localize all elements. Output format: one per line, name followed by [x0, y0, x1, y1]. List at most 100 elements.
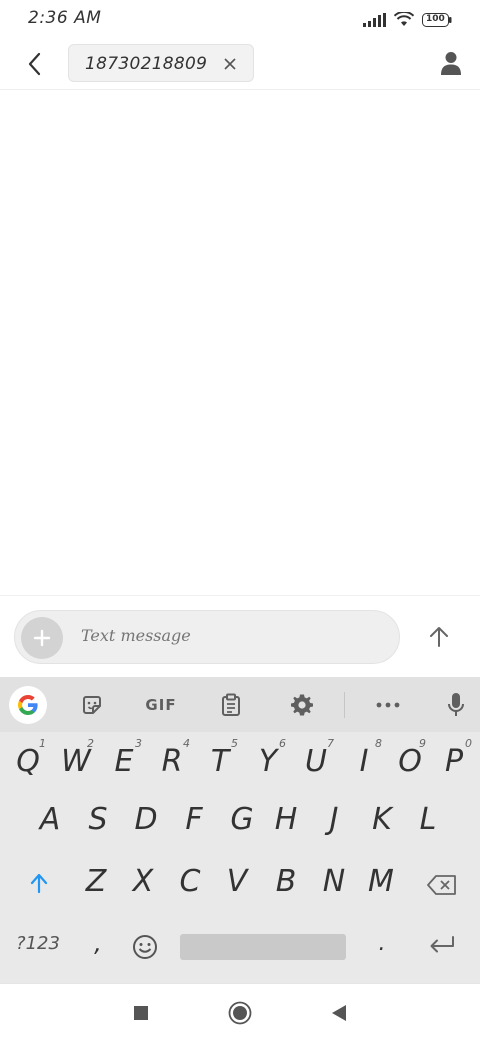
key-e-label: E	[114, 743, 134, 779]
key-b-label: B	[275, 863, 297, 899]
key-k[interactable]: K	[358, 791, 406, 847]
key-d[interactable]: D	[122, 791, 170, 847]
more-button[interactable]	[372, 687, 404, 723]
back-nav-button[interactable]	[324, 998, 354, 1028]
comma-key[interactable]: ,	[76, 923, 120, 963]
key-y-hint: 6	[279, 737, 286, 750]
voice-input-button[interactable]	[440, 687, 472, 723]
key-j-label: J	[329, 801, 339, 837]
status-icons: 100	[363, 12, 452, 27]
plus-icon	[33, 629, 51, 647]
keyboard-toolbar: GIF	[0, 677, 480, 732]
key-h-label: H	[274, 801, 298, 837]
square-icon	[134, 1006, 148, 1020]
key-q-hint: 1	[39, 737, 46, 750]
keyboard: G I F Q 1 W 2 E 3 R 4 T 5 Y 6 U 7 I 8 O 9 …	[0, 677, 480, 983]
key-f-label: F	[185, 801, 203, 837]
key-o[interactable]: O 9	[388, 735, 432, 787]
key-a-label: A	[39, 801, 61, 837]
key-t[interactable]: T 5	[196, 735, 244, 787]
gif-button[interactable]: GIF	[140, 687, 182, 723]
key-u[interactable]: U 7	[292, 735, 340, 787]
key-z[interactable]: Z	[72, 853, 120, 909]
signal-icon	[363, 12, 386, 27]
key-i-label: I	[359, 743, 369, 779]
key-x[interactable]: X	[119, 853, 167, 909]
microphone-icon	[448, 693, 464, 716]
key-m-label: M	[368, 863, 394, 899]
key-p-label: P	[444, 743, 464, 779]
key-q[interactable]: Q 1	[4, 735, 52, 787]
status-bar: 2:36 AM 100	[0, 0, 480, 38]
settings-button[interactable]	[286, 687, 318, 723]
sticker-button[interactable]	[76, 687, 108, 723]
clipboard-button[interactable]	[215, 687, 247, 723]
wifi-icon	[394, 12, 414, 27]
emoji-key[interactable]	[124, 927, 166, 967]
key-e[interactable]: E 3	[100, 735, 148, 787]
key-g[interactable]: G	[218, 791, 266, 847]
symbols-key[interactable]: ?123	[6, 923, 70, 963]
add-attachment-button[interactable]	[21, 617, 63, 659]
recents-button[interactable]	[126, 998, 156, 1028]
key-y[interactable]: Y 6	[244, 735, 292, 787]
key-q-label: Q	[16, 743, 40, 779]
recipient-chip[interactable]: 18730218809	[68, 44, 254, 82]
key-a[interactable]: A	[26, 791, 74, 847]
key-j[interactable]: J	[310, 791, 358, 847]
navigation-bar	[0, 983, 480, 1040]
key-m[interactable]: M	[357, 853, 405, 909]
space-key[interactable]	[180, 934, 346, 960]
key-i-hint: 8	[375, 737, 382, 750]
key-p[interactable]: P 0	[432, 735, 476, 787]
back-button[interactable]	[18, 48, 50, 80]
compose-field	[14, 610, 400, 664]
key-r-hint: 4	[183, 737, 190, 750]
key-h[interactable]: H	[262, 791, 310, 847]
key-l[interactable]: L	[404, 791, 452, 847]
key-t-hint: 5	[231, 737, 238, 750]
key-v-label: V	[226, 863, 248, 899]
symbols-key-label: ?123	[16, 932, 60, 954]
backspace-icon	[427, 875, 456, 895]
close-icon	[224, 58, 236, 70]
conversation-header: 18730218809	[0, 38, 480, 90]
battery-icon: 100	[422, 12, 452, 27]
period-key[interactable]: .	[360, 923, 404, 963]
key-v[interactable]: V	[213, 853, 261, 909]
key-n-label: N	[322, 863, 346, 899]
key-u-label: U	[305, 743, 327, 779]
key-s[interactable]: S	[74, 791, 122, 847]
key-y-label: Y	[258, 743, 278, 779]
remove-recipient-button[interactable]	[221, 55, 239, 73]
person-icon	[441, 52, 461, 75]
key-n[interactable]: N	[310, 853, 358, 909]
message-input[interactable]	[81, 626, 381, 645]
shift-key[interactable]	[14, 855, 64, 911]
key-g-label: G	[230, 801, 254, 837]
key-z-label: Z	[85, 863, 107, 899]
backspace-key[interactable]	[416, 857, 468, 913]
message-area	[0, 91, 480, 595]
key-o-hint: 9	[419, 737, 426, 750]
status-time: 2:36 AM	[28, 8, 102, 28]
key-i[interactable]: I 8	[340, 735, 388, 787]
send-button[interactable]	[424, 622, 454, 652]
key-r[interactable]: R 4	[148, 735, 196, 787]
home-button[interactable]	[225, 998, 255, 1028]
enter-key[interactable]	[416, 925, 468, 965]
recipient-number: 18730218809	[85, 54, 208, 74]
emoji-icon	[133, 935, 157, 959]
clipboard-icon	[222, 693, 240, 716]
key-f[interactable]: F	[170, 791, 218, 847]
google-button[interactable]	[9, 686, 47, 724]
google-icon	[18, 695, 38, 715]
key-r-label: R	[161, 743, 183, 779]
gif-icon: GIF	[145, 696, 177, 714]
shift-arrow-icon	[30, 873, 48, 894]
key-w[interactable]: W 2	[52, 735, 100, 787]
key-e-hint: 3	[135, 737, 142, 750]
key-b[interactable]: B	[262, 853, 310, 909]
contact-button[interactable]	[436, 48, 466, 78]
key-c[interactable]: C	[166, 853, 214, 909]
